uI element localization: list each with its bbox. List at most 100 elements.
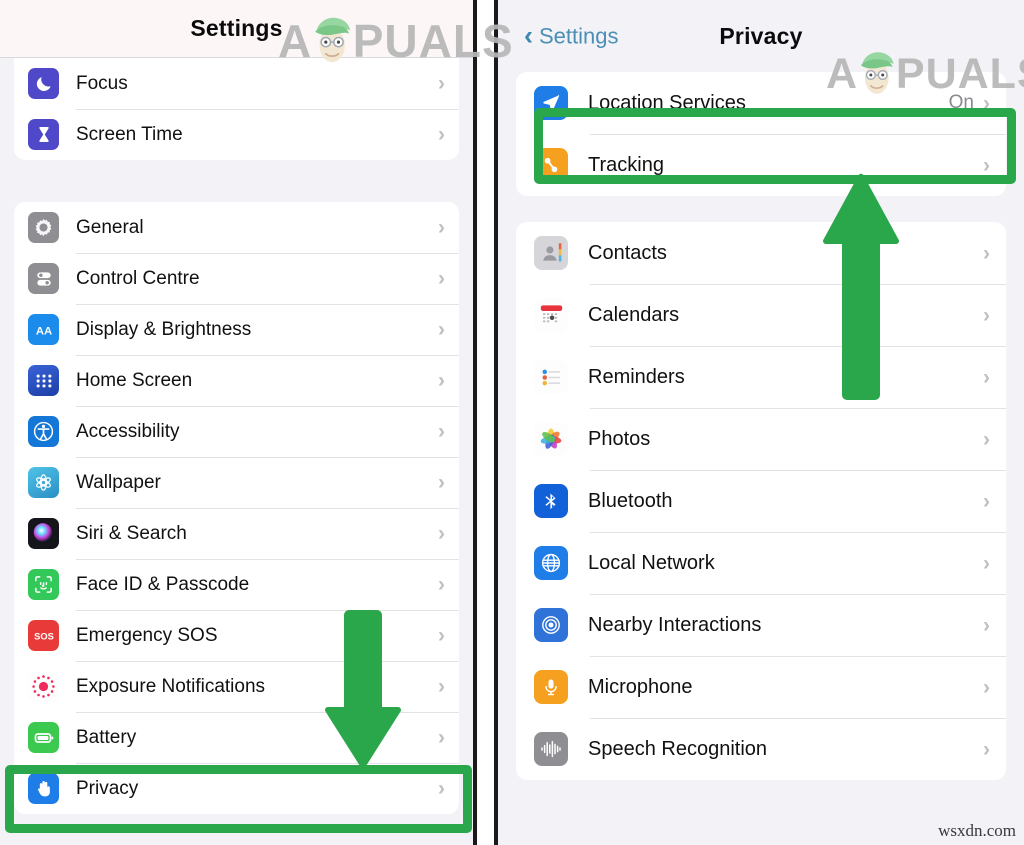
sidebar-item-display-brightness[interactable]: AA Display & Brightness › [14, 304, 459, 355]
privacy-group-location: Location Services On › Tracking › [516, 72, 1006, 196]
chevron-left-icon: ‹ [524, 20, 533, 51]
privacy-navbar: ‹ Settings Privacy [498, 0, 1024, 72]
back-button[interactable]: ‹ Settings [524, 20, 619, 51]
sidebar-item-control-centre[interactable]: Control Centre › [14, 253, 459, 304]
sliders-icon [28, 263, 59, 294]
chevron-right-icon: › [983, 365, 990, 389]
privacy-item-reminders[interactable]: Reminders › [516, 346, 1006, 408]
privacy-item-label: Contacts [588, 241, 667, 264]
chevron-right-icon: › [438, 624, 445, 647]
sidebar-item-label: Display & Brightness [76, 318, 252, 340]
sidebar-item-label: Face ID & Passcode [76, 573, 250, 595]
sidebar-item-siri-search[interactable]: Siri & Search › [14, 508, 459, 559]
back-button-label: Settings [539, 23, 619, 48]
sidebar-item-focus[interactable]: Focus › [14, 58, 459, 109]
flower-icon [28, 467, 59, 498]
source-credit-watermark: wsxdn.com [938, 821, 1016, 840]
sidebar-item-wallpaper[interactable]: Wallpaper › [14, 457, 459, 508]
privacy-group-app-permissions: Contacts › Calendars › Reminders › Photo… [516, 222, 1006, 780]
location-arrow-icon [534, 86, 568, 120]
sidebar-item-screen-time[interactable]: Screen Time › [14, 109, 459, 160]
privacy-item-label: Tracking [588, 153, 664, 176]
microphone-icon [534, 670, 568, 704]
chevron-right-icon: › [983, 153, 990, 177]
privacy-item-tracking[interactable]: Tracking › [516, 134, 1006, 196]
sidebar-item-privacy[interactable]: Privacy › [14, 763, 459, 814]
sidebar-item-label: Accessibility [76, 420, 180, 442]
privacy-page-title: Privacy [719, 22, 803, 49]
privacy-item-photos[interactable]: Photos › [516, 408, 1006, 470]
accessibility-person-icon [28, 416, 59, 447]
chevron-right-icon: › [983, 737, 990, 761]
chevron-right-icon: › [438, 726, 445, 749]
sidebar-item-label: Screen Time [76, 123, 183, 145]
chevron-right-icon: › [438, 420, 445, 443]
home-grid-icon [28, 365, 59, 396]
green-up-arrow-annotation [818, 172, 904, 400]
exposure-dot-icon [28, 671, 59, 702]
chevron-right-icon: › [983, 675, 990, 699]
settings-navbar: Settings [0, 0, 473, 58]
calendar-icon [534, 298, 568, 332]
sidebar-item-label: Battery [76, 726, 137, 748]
sidebar-item-general[interactable]: General › [14, 202, 459, 253]
siri-orb-icon [28, 518, 59, 549]
privacy-item-label: Photos [588, 427, 651, 450]
chevron-right-icon: › [983, 303, 990, 327]
chevron-right-icon: › [438, 573, 445, 596]
privacy-item-nearby-interactions[interactable]: Nearby Interactions › [516, 594, 1006, 656]
settings-group-focus: Focus › Screen Time › [14, 58, 459, 160]
privacy-phone-panel: ‹ Settings Privacy Location Services On … [494, 0, 1024, 845]
privacy-item-location-services[interactable]: Location Services On › [516, 72, 1006, 134]
chevron-right-icon: › [438, 216, 445, 239]
privacy-list: Location Services On › Tracking › Contac… [498, 72, 1024, 780]
privacy-item-local-network[interactable]: Local Network › [516, 532, 1006, 594]
privacy-item-label: Location Services [588, 91, 746, 114]
hourglass-icon [28, 119, 59, 150]
chevron-right-icon: › [438, 777, 445, 800]
privacy-item-label: Microphone [588, 675, 693, 698]
privacy-item-label: Local Network [588, 551, 715, 574]
privacy-item-calendars[interactable]: Calendars › [516, 284, 1006, 346]
sidebar-item-label: Home Screen [76, 369, 193, 391]
green-down-arrow-annotation [320, 610, 406, 770]
svg-text:AA: AA [35, 325, 51, 337]
privacy-item-contacts[interactable]: Contacts › [516, 222, 1006, 284]
chevron-right-icon: › [983, 91, 990, 115]
sidebar-item-face-id-passcode[interactable]: Face ID & Passcode › [14, 559, 459, 610]
privacy-item-bluetooth[interactable]: Bluetooth › [516, 470, 1006, 532]
sidebar-item-label: Focus [76, 72, 128, 94]
location-services-status-value: On [948, 92, 974, 113]
globe-icon [534, 546, 568, 580]
bluetooth-icon [534, 484, 568, 518]
photos-icon [534, 422, 568, 456]
sidebar-item-accessibility[interactable]: Accessibility › [14, 406, 459, 457]
chevron-right-icon: › [438, 675, 445, 698]
privacy-item-speech-recognition[interactable]: Speech Recognition › [516, 718, 1006, 780]
chevron-right-icon: › [438, 318, 445, 341]
chevron-right-icon: › [983, 551, 990, 575]
sidebar-item-home-screen[interactable]: Home Screen › [14, 355, 459, 406]
contacts-icon [534, 236, 568, 270]
group-separator [516, 196, 1006, 222]
sidebar-item-label: Control Centre [76, 267, 200, 289]
privacy-item-label: Nearby Interactions [588, 613, 762, 636]
sidebar-item-label: Emergency SOS [76, 624, 218, 646]
sos-icon: SOS [28, 620, 59, 651]
aa-text-icon: AA [28, 314, 59, 345]
chevron-right-icon: › [983, 489, 990, 513]
sidebar-item-label: Privacy [76, 777, 139, 799]
privacy-item-label: Bluetooth [588, 489, 673, 512]
svg-text:SOS: SOS [34, 631, 54, 641]
waveform-icon [534, 732, 568, 766]
sidebar-item-label: General [76, 216, 144, 238]
chevron-right-icon: › [438, 267, 445, 290]
privacy-item-label: Reminders [588, 365, 685, 388]
gear-icon [28, 212, 59, 243]
chevron-right-icon: › [438, 471, 445, 494]
privacy-item-microphone[interactable]: Microphone › [516, 656, 1006, 718]
tracking-icon [534, 148, 568, 182]
screenshot-root: Settings Focus › Screen Time › General ›… [0, 0, 1024, 845]
chevron-right-icon: › [438, 123, 445, 146]
chevron-right-icon: › [983, 427, 990, 451]
